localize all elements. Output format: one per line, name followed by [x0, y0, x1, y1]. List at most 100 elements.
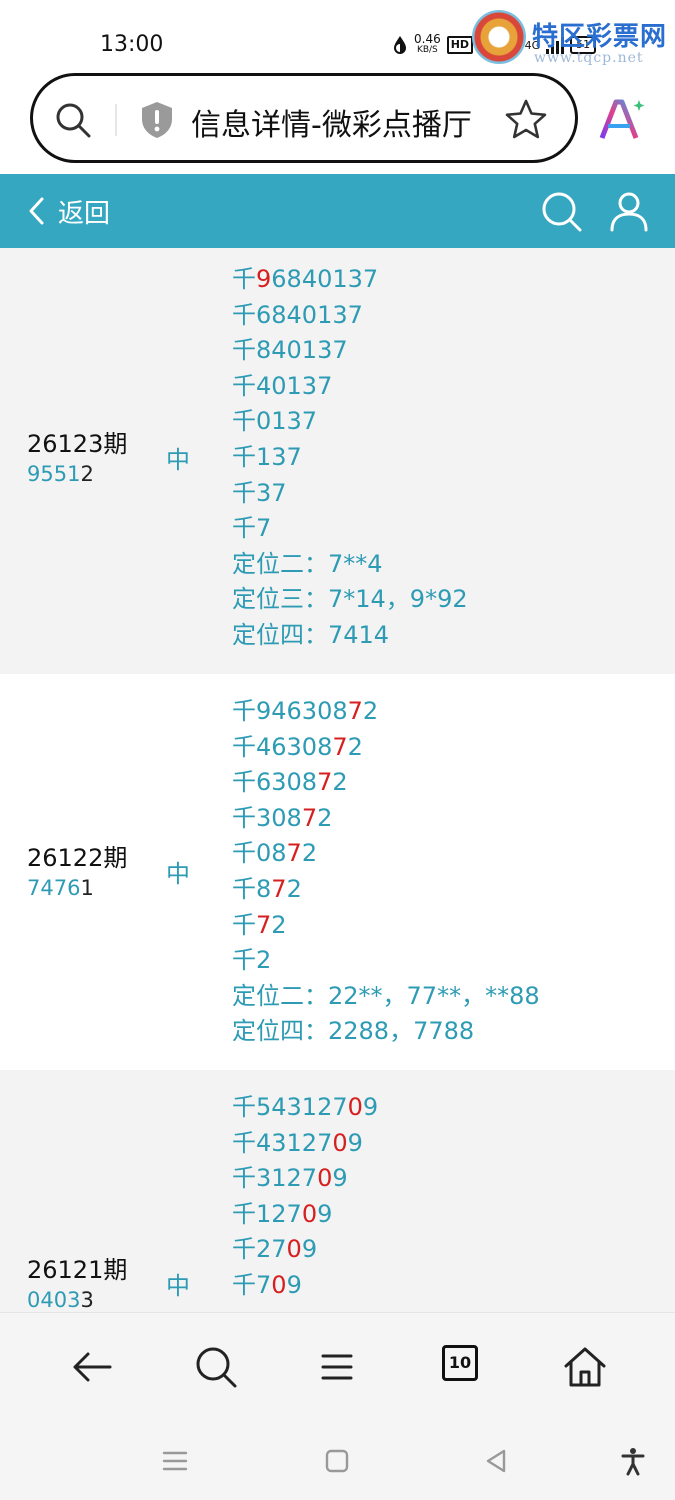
prediction-text: 定位三：7*14，9*92	[232, 585, 468, 614]
chevron-left-icon	[29, 197, 44, 225]
prediction-text: 9	[332, 1164, 348, 1193]
back-triangle-icon[interactable]	[482, 1446, 512, 1476]
divider	[115, 104, 117, 136]
prediction-text: 千2	[232, 946, 272, 975]
prediction-lines: 千94630872 千4630872 千630872 千30872 千0872 千872 千…	[232, 694, 540, 1050]
list-item[interactable]: 26121期 04033 中 千54312709 千4312709 千312709 千…	[0, 1070, 675, 1312]
tabs-button[interactable]: 10	[442, 1345, 478, 1381]
prediction-line: 千4630872	[232, 730, 540, 766]
prediction-text: 千40137	[232, 371, 333, 400]
prediction-text: 千6308	[232, 768, 318, 797]
draw-number: 95512	[27, 462, 94, 486]
draw-number: 04033	[27, 1288, 94, 1312]
prediction-text: 千8	[232, 874, 272, 903]
prediction-text: 2	[362, 697, 379, 725]
home-icon[interactable]	[561, 1343, 609, 1391]
prediction-text: 千543127	[232, 1093, 348, 1121]
search-icon[interactable]	[540, 190, 582, 232]
prediction-lines: 千96840137 千6840137 千840137 千40137 千0137 千137 千…	[232, 262, 468, 654]
prediction-text: 2	[301, 839, 318, 868]
back-button[interactable]: 返回	[26, 190, 110, 232]
prediction-line: 千6840137	[232, 298, 468, 334]
prediction-line: 千37	[232, 476, 468, 512]
prediction-text: 千43127	[232, 1128, 333, 1157]
star-bookmark-icon[interactable]	[505, 98, 547, 140]
prediction-line: 千0137	[232, 404, 468, 440]
hit-digit: 7	[271, 874, 287, 903]
accessibility-icon[interactable]	[618, 1446, 648, 1476]
prediction-line: 千4312709	[232, 1126, 378, 1162]
prediction-text: 2	[332, 768, 348, 797]
shield-warning-icon[interactable]	[139, 100, 175, 140]
prediction-line: 千12709	[232, 1197, 378, 1233]
prediction-line: 千7	[232, 511, 468, 547]
hit-digit: 0	[347, 1093, 363, 1121]
menu-icon[interactable]	[313, 1343, 361, 1391]
prediction-text: 定位二：22**，77**，**88	[232, 981, 540, 1010]
status-badge: 中	[166, 446, 190, 474]
prediction-line: 千54312709	[232, 1090, 378, 1126]
prediction-line: 千94630872	[232, 694, 540, 730]
prediction-line: 千72	[232, 908, 540, 944]
prediction-line: 千709	[232, 1268, 378, 1304]
watermark: 特区彩票网 www.tqcp.net	[472, 8, 672, 68]
prediction-line: 千2	[232, 943, 540, 979]
data-saver-icon	[394, 36, 406, 54]
hit-digit: 0	[317, 1164, 333, 1193]
prediction-text: 千7	[232, 1270, 272, 1299]
prediction-line: 千872	[232, 872, 540, 908]
prediction-line: 千40137	[232, 369, 468, 405]
hit-digit: 7	[301, 803, 318, 832]
prediction-text: 千946308	[232, 697, 348, 725]
prediction-text: 9	[301, 1235, 318, 1264]
prediction-line: 千96840137	[232, 262, 468, 298]
address-bar[interactable]: 信息详情-微彩点播厅	[30, 73, 578, 163]
prediction-text: 千37	[232, 478, 287, 507]
hit-digit: 7	[347, 697, 363, 725]
hit-digit: 7	[286, 839, 302, 868]
watermark-url: www.tqcp.net	[534, 50, 644, 66]
hd-badge: HD	[446, 36, 474, 54]
ai-assistant-icon[interactable]	[596, 96, 646, 142]
prediction-line: 千840137	[232, 333, 468, 369]
result-list[interactable]: 26123期 95512 中 千96840137 千6840137 千840137 千…	[0, 248, 675, 1312]
hit-digit: 7	[332, 732, 348, 761]
prediction-text: 千27	[232, 1235, 287, 1264]
prediction-text: 千	[232, 265, 256, 293]
prediction-text: 定位四：7414	[232, 620, 390, 649]
prediction-text: 千	[232, 910, 256, 939]
hit-digit: 0	[271, 1270, 287, 1299]
nav-header: 返回	[0, 174, 675, 248]
home-square-icon[interactable]	[322, 1446, 352, 1476]
prediction-text: 千840137	[232, 336, 348, 365]
prediction-text: 9	[362, 1093, 379, 1121]
prediction-text: 千6840137	[232, 300, 363, 329]
watermark-title: 特区彩票网	[532, 22, 668, 52]
prediction-text: 千137	[232, 442, 302, 471]
watermark-logo-icon	[472, 10, 526, 64]
prediction-line: 定位四：7414	[232, 618, 468, 654]
prediction-text: 千3127	[232, 1164, 318, 1193]
bottom-toolbar: 10	[0, 1312, 675, 1420]
search-icon[interactable]	[53, 100, 93, 140]
prediction-line: 千2709	[232, 1232, 378, 1268]
search-icon[interactable]	[192, 1343, 240, 1391]
arrow-left-icon[interactable]	[68, 1343, 116, 1391]
net-speed: 0.46 KB/S	[414, 32, 441, 55]
prediction-line: 千312709	[232, 1161, 378, 1197]
prediction-line: 千630872	[232, 765, 540, 801]
recents-icon[interactable]	[160, 1446, 190, 1476]
prediction-text: 6840137	[271, 265, 379, 293]
user-icon[interactable]	[608, 190, 650, 232]
prediction-line: 定位二：22**，77**，**88	[232, 979, 540, 1015]
list-item[interactable]: 26123期 95512 中 千96840137 千6840137 千840137 千…	[0, 248, 675, 674]
hit-digit: 7	[317, 768, 333, 797]
prediction-text: 2	[286, 874, 302, 903]
issue-number: 26122期	[27, 844, 128, 872]
system-nav-bar	[0, 1420, 675, 1500]
hit-digit: 0	[301, 1199, 318, 1228]
page-title[interactable]: 信息详情-微彩点播厅	[191, 100, 472, 144]
list-item[interactable]: 26122期 74761 中 千94630872 千4630872 千630872 千…	[0, 674, 675, 1070]
prediction-text: 2	[271, 910, 287, 939]
prediction-text: 千08	[232, 839, 287, 868]
